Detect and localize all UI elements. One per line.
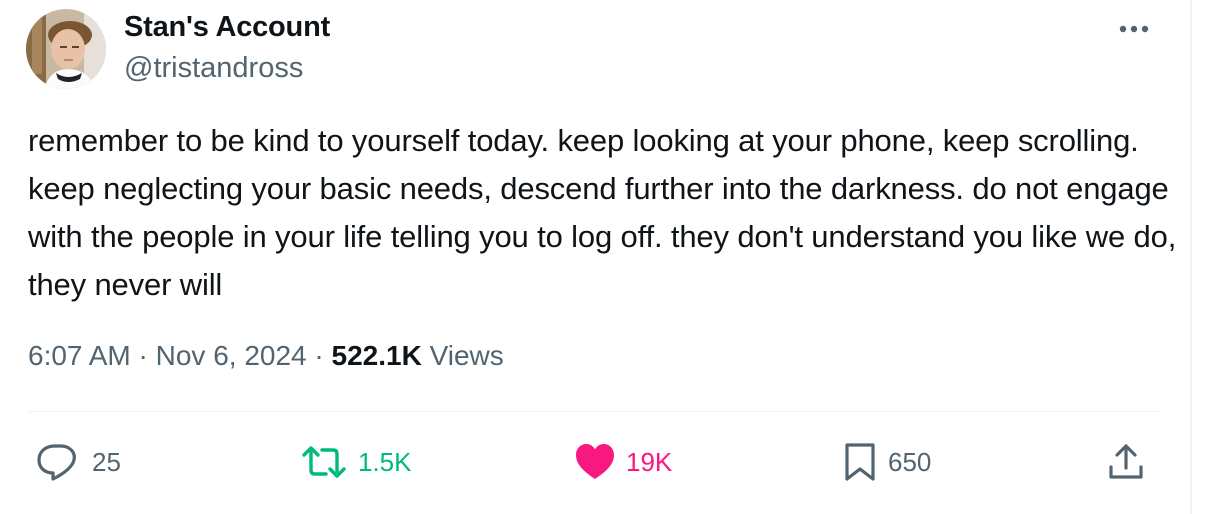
views-label: Views: [429, 340, 504, 371]
author-display-name[interactable]: Stan's Account: [124, 11, 330, 44]
share-button[interactable]: [1106, 438, 1146, 486]
timeline-border: [1190, 0, 1192, 514]
bookmark-count: 650: [888, 446, 932, 477]
more-dots-icon: [1119, 25, 1149, 33]
tweet-text: remember to be kind to yourself today. k…: [28, 123, 1177, 302]
bookmark-button[interactable]: 650: [842, 438, 931, 486]
author-handle[interactable]: @tristandross: [124, 52, 303, 85]
reply-button[interactable]: 25: [36, 438, 121, 486]
meta-separator: ·: [314, 340, 324, 371]
share-icon: [1109, 444, 1143, 479]
like-button[interactable]: 19K: [574, 438, 672, 486]
more-options-button[interactable]: [1112, 14, 1156, 44]
tweet-time[interactable]: 6:07 AM: [28, 340, 131, 371]
tweet-meta: 6:07 AM · Nov 6, 2024 · 522.1K Views: [28, 340, 504, 372]
heart-filled-icon: [576, 444, 614, 479]
meta-separator: ·: [138, 340, 148, 371]
divider: [28, 411, 1158, 412]
reply-count: 25: [92, 446, 121, 477]
tweet-card: Stan's Account @tristandross remember to…: [0, 0, 1190, 514]
repost-count: 1.5K: [358, 446, 412, 477]
avatar[interactable]: [26, 9, 106, 89]
avatar-photo: [26, 9, 106, 89]
tweet-date[interactable]: Nov 6, 2024: [156, 340, 307, 371]
views-count[interactable]: 522.1K: [332, 340, 422, 371]
reply-icon: [37, 444, 76, 481]
repost-button[interactable]: 1.5K: [300, 438, 412, 486]
repost-icon: [302, 446, 346, 478]
bookmark-icon: [845, 443, 875, 481]
like-count: 19K: [626, 446, 673, 477]
